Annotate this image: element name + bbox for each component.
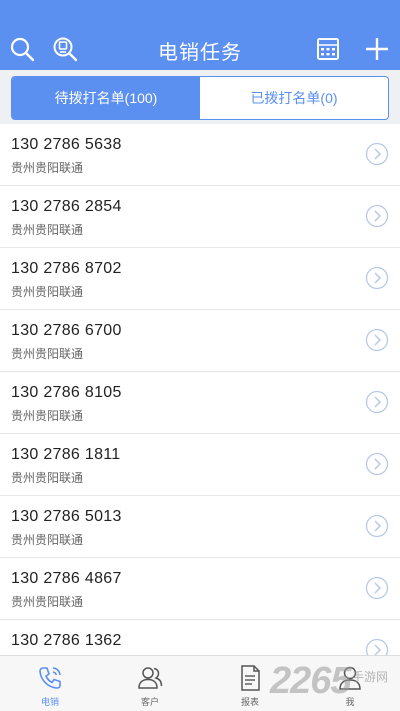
nav-item-customers[interactable]: 客户 <box>100 656 200 711</box>
carrier-label: 贵州贵阳联通 <box>11 533 84 547</box>
tab-dialed[interactable]: 已拨打名单(0) <box>200 77 388 119</box>
phone-number: 130 2786 8105 <box>11 384 122 401</box>
carrier-label: 贵州贵阳联通 <box>11 285 84 299</box>
phone-number: 130 2786 5013 <box>11 508 122 525</box>
app-header: 电销任务 <box>0 0 400 70</box>
plus-icon[interactable] <box>364 36 390 62</box>
nav-label: 报表 <box>240 697 259 707</box>
carrier-label: 贵州贵阳联通 <box>11 471 84 485</box>
watermark: 2265 手游网 <box>270 660 400 708</box>
chevron-right-icon[interactable] <box>365 142 389 166</box>
nav-label: 客户 <box>140 697 159 707</box>
tab-bar: 待拨打名单(100) 已拨打名单(0) <box>0 70 400 124</box>
phone-number: 130 2786 1811 <box>11 446 121 463</box>
nav-label: 电销 <box>40 697 59 707</box>
list-item[interactable]: 130 2786 8702 贵州贵阳联通 <box>0 248 400 310</box>
list-item[interactable]: 130 2786 4867 贵州贵阳联通 <box>0 558 400 620</box>
watermark-site: 手游网 <box>352 670 389 684</box>
chevron-right-icon[interactable] <box>365 204 389 228</box>
calculator-icon[interactable] <box>315 36 341 62</box>
carrier-label: 贵州贵阳联通 <box>11 595 84 609</box>
tab-pending[interactable]: 待拨打名单(100) <box>12 77 200 119</box>
list-item[interactable]: 130 2786 6700 贵州贵阳联通 <box>0 310 400 372</box>
chevron-right-icon[interactable] <box>365 328 389 352</box>
phone-number: 130 2786 6700 <box>11 322 122 339</box>
phone-number: 130 2786 2854 <box>11 198 122 215</box>
carrier-label: 贵州贵阳联通 <box>11 223 84 237</box>
list-item[interactable]: 130 2786 2854 贵州贵阳联通 <box>0 186 400 248</box>
list-item[interactable]: 130 2786 5013 贵州贵阳联通 <box>0 496 400 558</box>
phone-number: 130 2786 5638 <box>11 136 122 153</box>
call-list: 130 2786 5638 贵州贵阳联通 130 2786 2854 贵州贵阳联通 13… <box>0 124 400 682</box>
chevron-right-icon[interactable] <box>365 576 389 600</box>
carrier-label: 贵州贵阳联通 <box>11 347 84 361</box>
phone-number: 130 2786 1362 <box>11 632 122 649</box>
list-item[interactable]: 130 2786 8105 贵州贵阳联通 <box>0 372 400 434</box>
chevron-right-icon[interactable] <box>365 452 389 476</box>
chevron-right-icon[interactable] <box>365 514 389 538</box>
phone-icon <box>35 663 65 693</box>
chevron-right-icon[interactable] <box>365 390 389 414</box>
carrier-label: 贵州贵阳联通 <box>11 161 84 175</box>
watermark-number: 2265 <box>270 660 352 702</box>
phone-number: 130 2786 4867 <box>11 570 122 587</box>
list-item[interactable]: 130 2786 1811 贵州贵阳联通 <box>0 434 400 496</box>
chevron-right-icon[interactable] <box>365 266 389 290</box>
report-icon <box>235 663 265 693</box>
list-item[interactable]: 130 2786 5638 贵州贵阳联通 <box>0 124 400 186</box>
carrier-label: 贵州贵阳联通 <box>11 409 84 423</box>
nav-item-sales[interactable]: 电销 <box>0 656 100 711</box>
segmented-control: 待拨打名单(100) 已拨打名单(0) <box>11 76 389 120</box>
users-icon <box>135 663 165 693</box>
phone-number: 130 2786 8702 <box>11 260 122 277</box>
